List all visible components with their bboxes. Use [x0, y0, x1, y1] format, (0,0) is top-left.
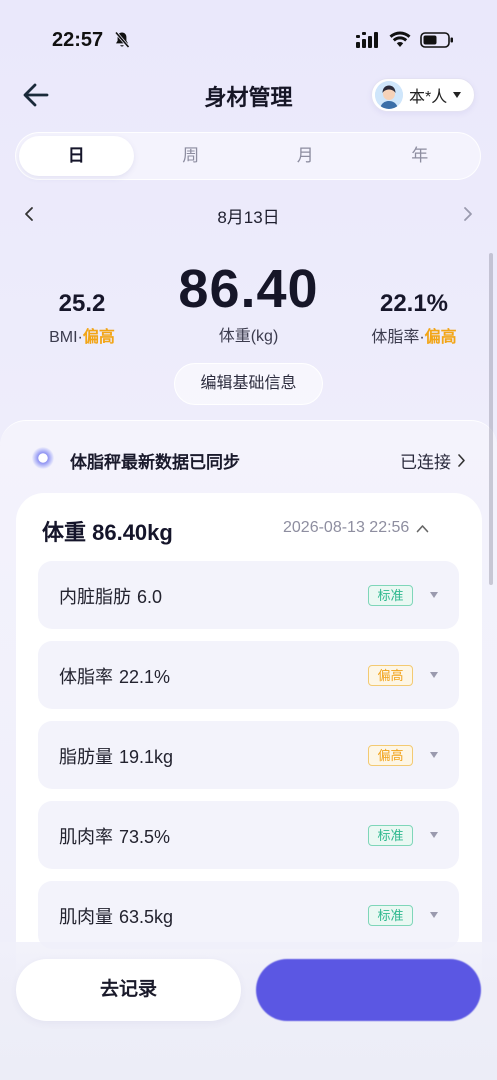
body-fat-label: 体脂率·偏高: [360, 323, 468, 347]
caret-down-icon: [430, 592, 438, 598]
metric-name: 肌肉量: [59, 907, 113, 927]
caret-down-icon: [430, 832, 438, 838]
caret-down-icon: [453, 92, 462, 98]
connection-status-link[interactable]: 已连接: [400, 448, 466, 473]
metric-row-visceral-fat[interactable]: 内脏脂肪 6.0 标准: [38, 561, 459, 629]
metric-value: 63.5kg: [119, 907, 174, 927]
timestamp-text: 2026-08-13 22:56: [283, 519, 410, 536]
tab-week[interactable]: 周: [134, 136, 249, 176]
status-bar: 22:57: [0, 0, 497, 80]
period-tabs: 日 周 月 年: [15, 132, 481, 180]
date-label: 8月13日: [217, 208, 280, 227]
metric-value: 22.1%: [119, 667, 171, 687]
chevron-right-icon: [458, 454, 465, 467]
edit-basic-info-button[interactable]: 编辑基础信息: [174, 363, 323, 405]
caret-down-icon: [430, 752, 438, 758]
metric-text: 内脏脂肪 6.0: [59, 583, 162, 609]
body-fat-label-text: 体脂率: [371, 329, 420, 346]
member-name: 本*人: [409, 89, 448, 106]
chevron-right-icon[interactable]: [461, 204, 475, 224]
signal-icon: [356, 32, 378, 48]
caret-down-icon: [430, 672, 438, 678]
detail-title: 体重 86.40kg: [42, 520, 173, 545]
body-fat-value: 22.1%: [379, 290, 449, 317]
sync-indicator-icon: [32, 447, 54, 469]
metric-row-muscle-mass[interactable]: 肌肉量 63.5kg 标准: [38, 881, 459, 949]
metric-text: 肌肉量 63.5kg: [59, 903, 173, 929]
battery-icon: [420, 32, 453, 48]
measure-button[interactable]: [256, 959, 481, 1021]
member-switcher[interactable]: 本*人: [371, 78, 475, 112]
detail-timestamp[interactable]: 2026-08-13 22:56: [283, 519, 429, 537]
avatar: [375, 81, 403, 109]
metric-value: 6.0: [137, 587, 163, 607]
tab-year[interactable]: 年: [363, 136, 478, 176]
tab-month[interactable]: 月: [248, 136, 363, 176]
wifi-icon: [389, 31, 411, 47]
chevron-up-icon: [417, 524, 429, 532]
sync-status-text: 体脂秤最新数据已同步: [70, 453, 240, 472]
metric-name: 内脏脂肪: [59, 587, 131, 607]
body-fat-status: 偏高: [424, 329, 457, 346]
metric-row-muscle-rate[interactable]: 肌肉率 73.5% 标准: [38, 801, 459, 869]
connection-status-text: 已连接: [400, 453, 451, 472]
status-time: 22:57: [52, 29, 104, 51]
metric-text: 脂肪量 19.1kg: [59, 743, 173, 769]
status-badge: 标准: [368, 905, 413, 926]
metric-row-body-fat-rate[interactable]: 体脂率 22.1% 偏高: [38, 641, 459, 709]
metric-name: 肌肉率: [59, 827, 113, 847]
metric-row-fat-mass[interactable]: 脂肪量 19.1kg 偏高: [38, 721, 459, 789]
scrollbar[interactable]: [489, 253, 493, 585]
metric-text: 肌肉率 73.5%: [59, 823, 170, 849]
tab-day[interactable]: 日: [19, 136, 134, 176]
metric-value: 19.1kg: [119, 747, 174, 767]
status-badge: 标准: [368, 825, 413, 846]
metric-name: 体脂率: [59, 667, 113, 687]
bell-muted-icon: [114, 31, 130, 48]
status-badge: 标准: [368, 585, 413, 606]
metric-value: 73.5%: [119, 827, 171, 847]
metric-text: 体脂率 22.1%: [59, 663, 170, 689]
status-badge: 偏高: [368, 665, 413, 686]
metric-name: 脂肪量: [59, 747, 113, 767]
record-button[interactable]: 去记录: [16, 959, 241, 1021]
caret-down-icon: [430, 912, 438, 918]
status-badge: 偏高: [368, 745, 413, 766]
